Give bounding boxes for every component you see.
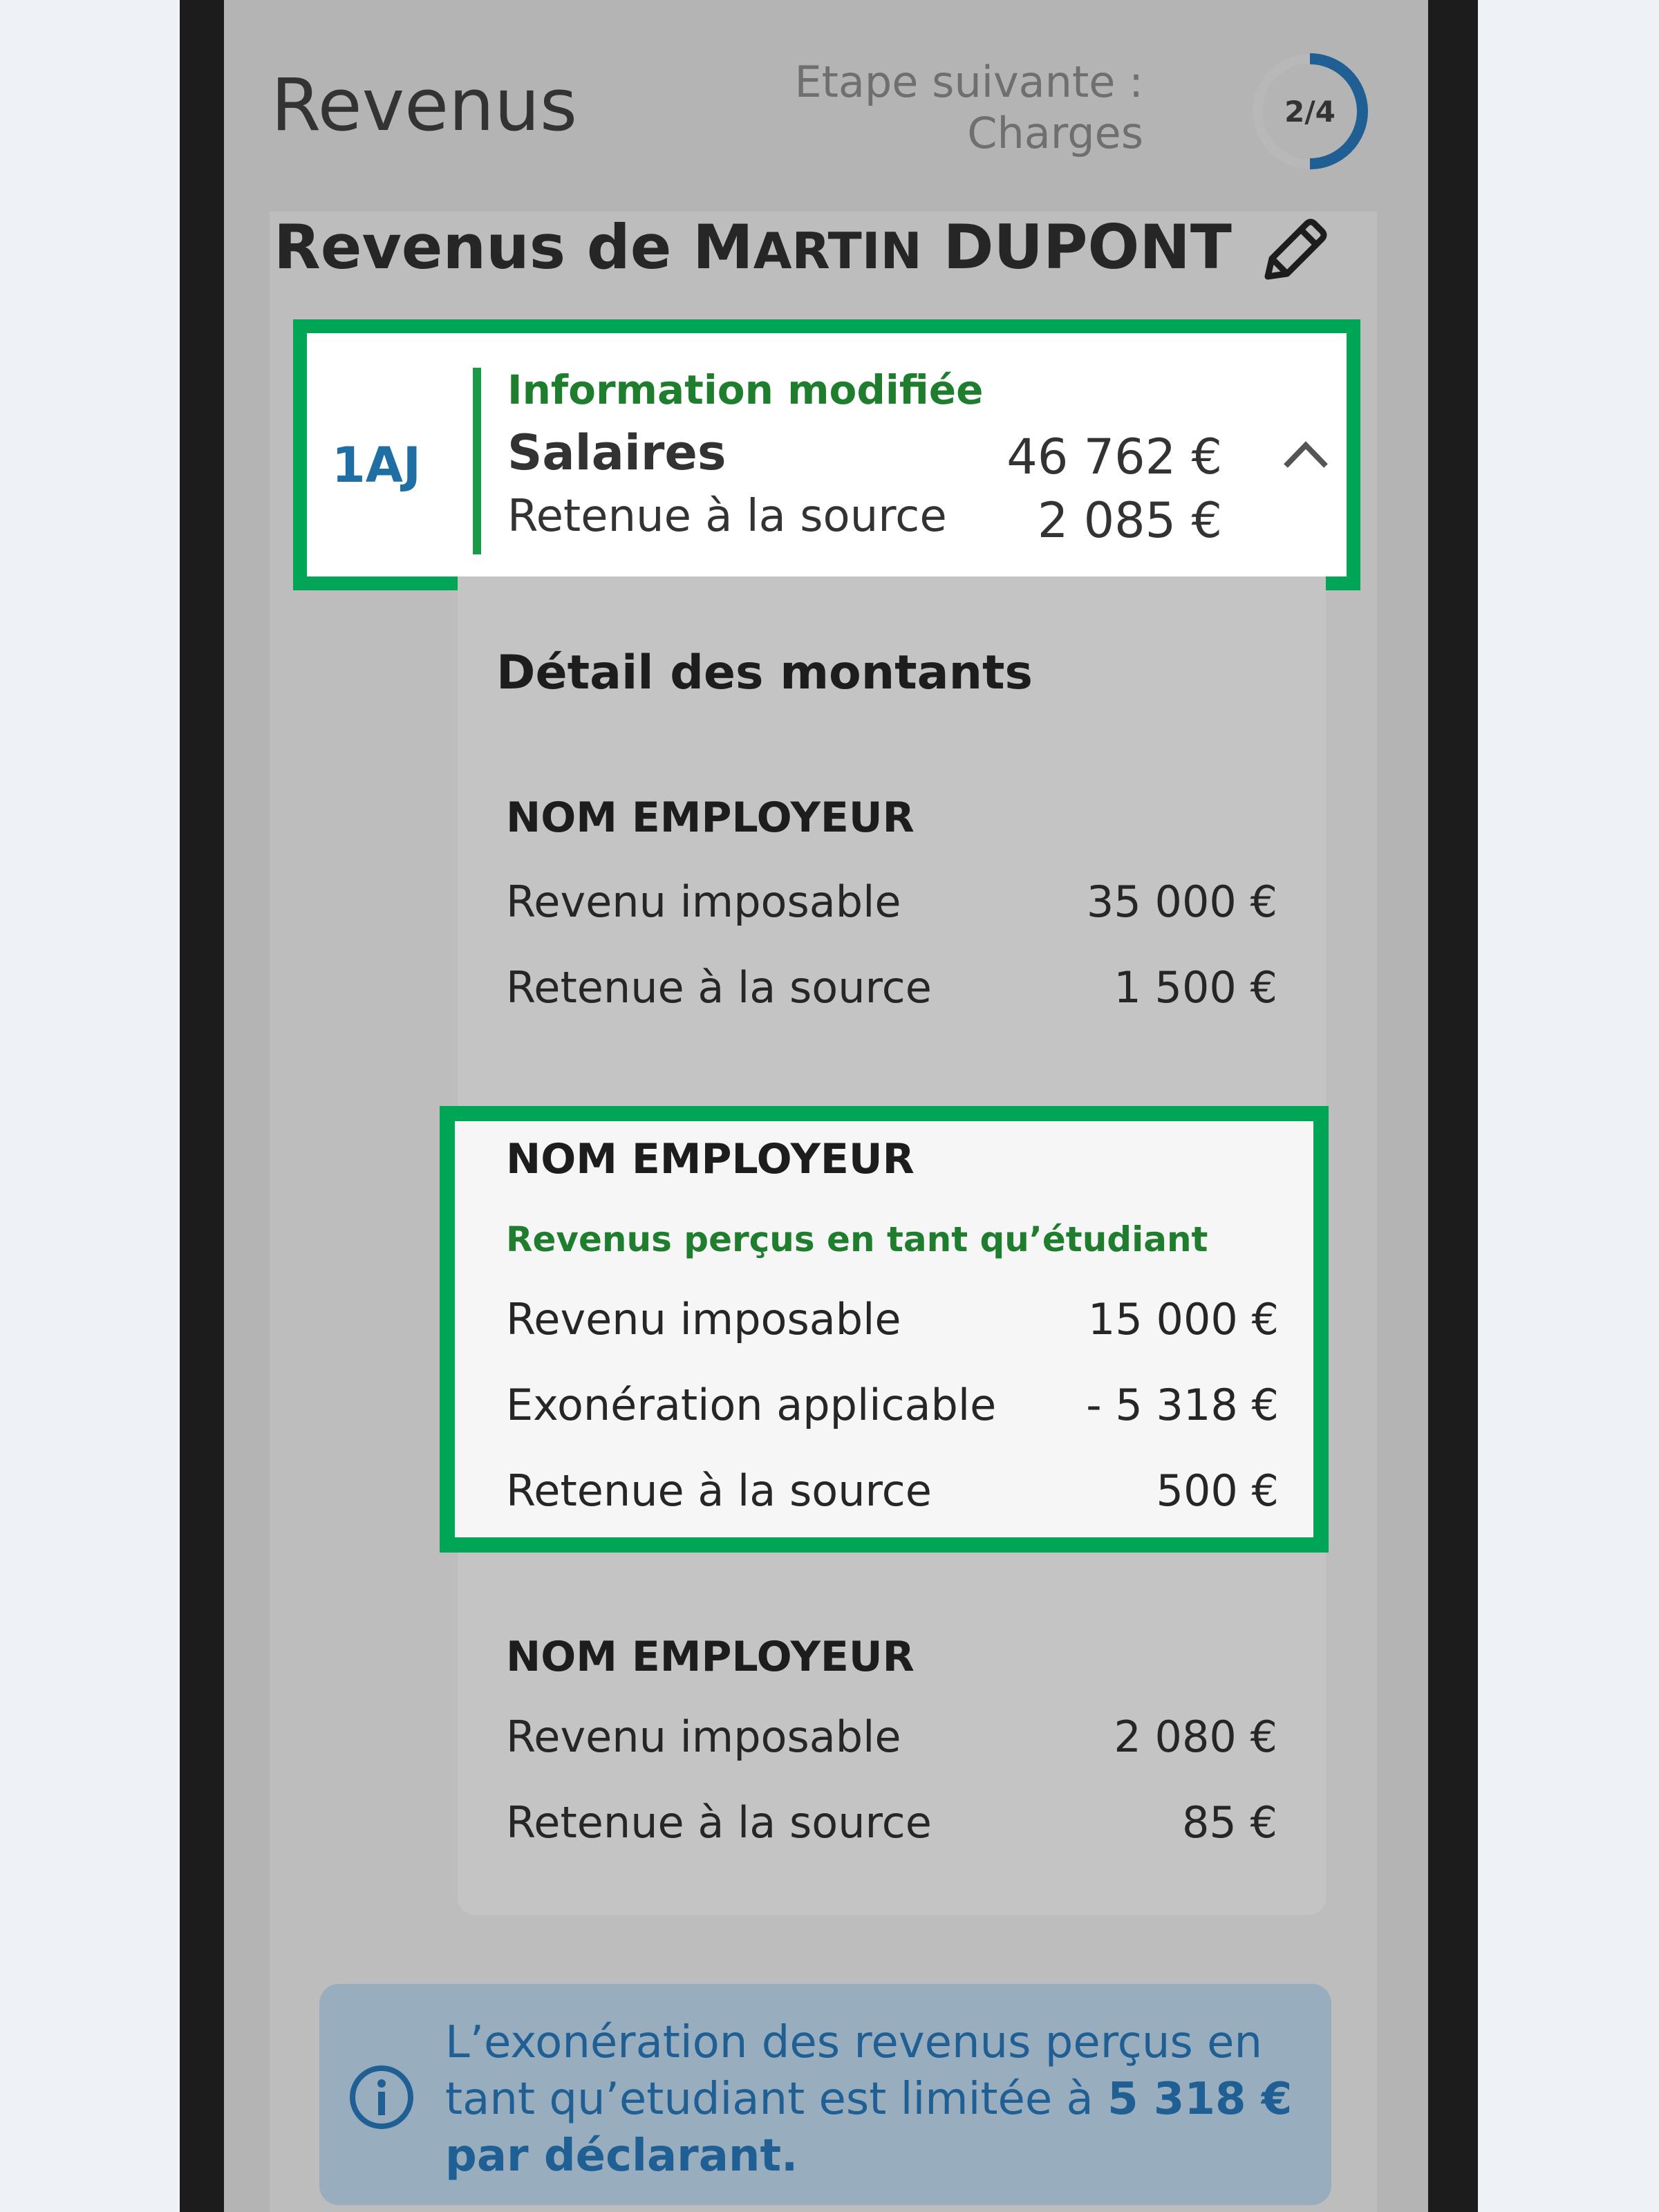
info-banner: L’exonération des revenus perçus en tant… [319,1984,1331,2205]
info-text: L’exonération des revenus perçus en tant… [445,2014,1302,2184]
page-title: Revenus [271,63,578,147]
withholding-label: Retenue à la source [507,491,947,542]
income-amount: 46 762 € [1006,429,1222,485]
step-progress-ring: 2/4 [1247,48,1373,174]
taxable-income-label: Revenu imposable [506,1294,901,1344]
withholding-value: 1 500 € [1114,962,1277,1013]
taxable-income-value: 2 080 € [1114,1712,1277,1762]
info-text-per-declarant: par déclarant. [445,2130,798,2182]
employer-name: NOM EMPLOYEUR [506,1633,915,1681]
info-text-amount: 5 318 € [1107,2074,1293,2125]
details-title: Détail des montants [496,646,1033,700]
next-step-name: Charges [967,108,1143,158]
box-code: 1AJ [332,437,421,494]
income-row-salaires[interactable]: 1AJ Information modifiée Salaires Retenu… [293,319,1360,590]
next-step-caption: Etape suivante : [794,57,1143,107]
employer-name: NOM EMPLOYEUR [506,794,915,842]
employer-block-highlighted: NOM EMPLOYEUR Revenus perçus en tant qu’… [440,1106,1329,1553]
modified-indicator-bar [473,368,481,554]
card-first-name: MARTIN [693,212,922,283]
withholding-value: 85 € [1181,1797,1277,1848]
card-title-prefix: Revenus de [274,212,693,283]
pencil-icon[interactable] [1255,213,1331,289]
device-frame-left [180,0,224,2212]
chevron-up-icon[interactable] [1282,437,1330,471]
withholding-amount: 2 085 € [1037,492,1222,549]
exemption-label: Exonération applicable [506,1380,997,1430]
card-last-name: DUPONT [943,212,1232,283]
taxable-income-value: 15 000 € [1087,1294,1279,1344]
taxable-income-value: 35 000 € [1086,877,1277,927]
taxable-income-label: Revenu imposable [506,1712,901,1762]
exemption-value: - 5 318 € [1086,1380,1279,1430]
employer-block: NOM EMPLOYEUR Revenu imposable 2 080 € R… [458,1633,1326,1848]
modified-status: Information modifiée [507,366,984,413]
device-frame-right [1428,0,1478,2212]
first-name-rest: ARTIN [753,222,922,280]
next-step-indicator[interactable]: Etape suivante : Charges [794,57,1143,159]
first-name-initial: M [693,212,753,283]
income-label: Salaires [507,424,727,481]
employer-block: NOM EMPLOYEUR Revenu imposable 35 000 € … [458,794,1326,1013]
withholding-label: Retenue à la source [506,1465,932,1516]
withholding-label: Retenue à la source [506,962,932,1013]
employer-name: NOM EMPLOYEUR [506,1135,915,1183]
withholding-value: 500 € [1156,1465,1280,1516]
taxable-income-label: Revenu imposable [506,877,901,927]
withholding-label: Retenue à la source [506,1797,932,1848]
info-icon [348,2064,415,2130]
progress-label: 2/4 [1284,94,1335,129]
amount-details-panel: Détail des montants NOM EMPLOYEUR Revenu… [440,577,1329,1915]
app-screen: Revenus Etape suivante : Charges 2/4 Rev… [224,0,1428,2212]
student-income-note: Revenus perçus en tant qu’étudiant [506,1219,1208,1259]
card-title: Revenus de MARTIN DUPONT [274,212,1232,283]
